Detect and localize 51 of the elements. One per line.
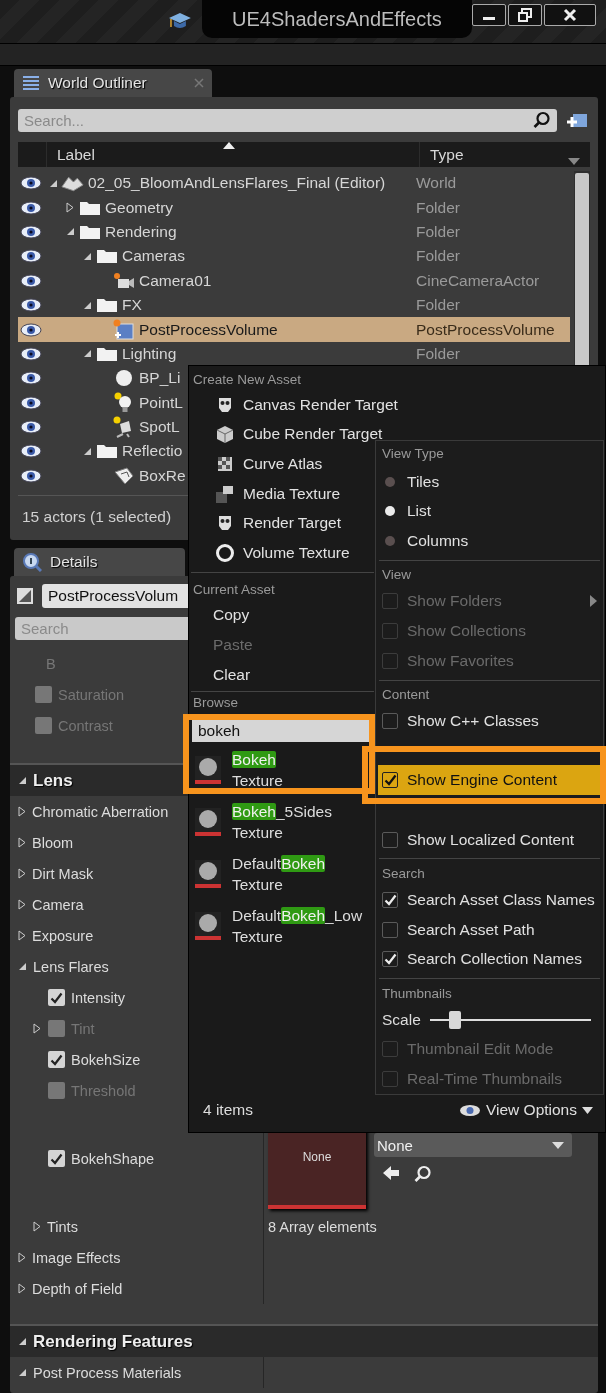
actor-label: Camera01 <box>139 271 212 289</box>
actor-label: Lighting <box>122 344 177 362</box>
property-label: Tints <box>47 1218 78 1235</box>
asset-type: Texture <box>232 823 284 844</box>
status-text: 15 actors (1 selected) <box>22 508 172 525</box>
actor-label: BoxRe <box>139 466 186 484</box>
property-value: 8 Array elements <box>268 1218 377 1235</box>
property-label: Contrast <box>58 717 113 734</box>
menu-heading: View Type <box>381 445 445 464</box>
asset-name: Bokeh <box>232 750 277 771</box>
actor-type: Folder <box>416 296 461 315</box>
actor-type: Folder <box>416 198 461 217</box>
actor-type: World <box>416 174 458 193</box>
actor-type: PostProcessVolume <box>416 320 556 339</box>
actor-label: Reflectio <box>122 442 183 460</box>
category-label: Lens <box>33 770 73 791</box>
property-label: Saturation <box>58 686 125 703</box>
actor-label: SpotL <box>139 418 180 436</box>
actor-label: BP_Li <box>139 369 181 387</box>
actor-label: PointL <box>139 393 183 411</box>
property-label: Intensity <box>71 989 125 1006</box>
property-label: Tint <box>71 1020 95 1037</box>
actor-label: Cameras <box>122 247 185 265</box>
asset-type: Texture <box>232 875 284 896</box>
menu-heading: Browse <box>192 694 239 712</box>
item-count: 4 items <box>203 1101 253 1119</box>
menu-heading: View <box>381 566 413 585</box>
actor-label: 02_05_BloomAndLensFlares_Final (Editor) <box>88 174 386 192</box>
asset-name: DefaultBokeh <box>232 854 326 875</box>
actor-label: Geometry <box>105 198 174 216</box>
actor-label: PostProcessVolume <box>139 320 278 338</box>
actor-type: Folder <box>416 344 461 363</box>
menu-heading: Search <box>381 864 426 883</box>
menu-heading: Create New Asset <box>192 370 303 389</box>
menu-heading: Content <box>381 685 431 704</box>
menu-heading: Thumbnails <box>381 984 453 1003</box>
actor-label: Rendering <box>105 222 177 240</box>
actor-label: FX <box>122 296 142 314</box>
slider-label: Scale <box>382 1010 421 1029</box>
asset-type: Texture <box>232 927 284 948</box>
property-label: Threshold <box>71 1082 136 1099</box>
property-label: BokehSize <box>71 1051 141 1068</box>
actor-type: Folder <box>416 247 461 266</box>
asset-type: Texture <box>232 771 283 792</box>
category-label: Rendering Features <box>33 1331 193 1352</box>
property-label: BokehShape <box>71 1150 155 1167</box>
window-title: UE4ShadersAndEffects <box>201 0 472 38</box>
actor-type: Folder <box>416 222 461 241</box>
actor-type: CineCameraActor <box>416 271 541 290</box>
property-label: B <box>46 655 56 672</box>
asset-name: DefaultBokeh_Low <box>232 906 363 927</box>
